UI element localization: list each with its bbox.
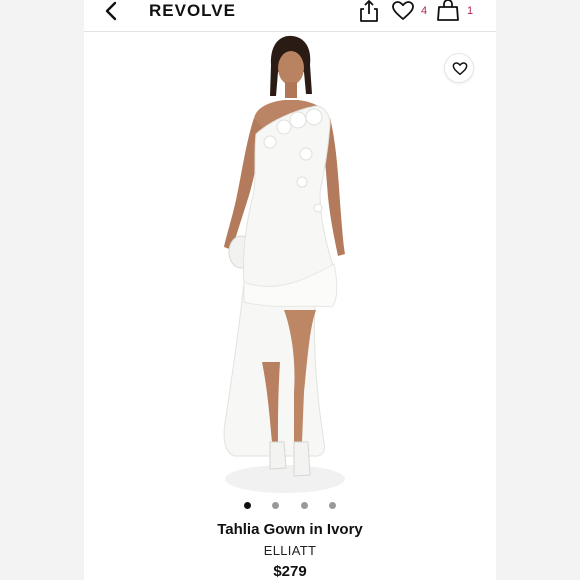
product-brand[interactable]: ELLIATT xyxy=(84,543,496,558)
carousel-dot[interactable] xyxy=(272,502,279,509)
right-margin xyxy=(496,0,580,580)
brand-logo[interactable]: REVOLVE xyxy=(149,1,236,21)
left-margin xyxy=(0,0,84,580)
product-image[interactable] xyxy=(84,32,496,494)
share-button[interactable] xyxy=(358,0,380,24)
favorite-button[interactable] xyxy=(444,53,474,83)
product-page: REVOLVE 4 1 Tahlia Gown in Ivory ELLIATT… xyxy=(84,0,496,580)
carousel-dot[interactable] xyxy=(301,502,308,509)
top-nav-bar: REVOLVE 4 1 xyxy=(84,0,496,32)
carousel-dot[interactable] xyxy=(329,502,336,509)
share-icon xyxy=(360,0,378,22)
wishlist-button[interactable] xyxy=(391,0,415,23)
wishlist-count-badge: 4 xyxy=(421,5,428,17)
shopping-bag-button[interactable] xyxy=(436,0,460,23)
bag-count-badge: 1 xyxy=(467,5,474,17)
heart-icon xyxy=(392,1,414,20)
chevron-left-icon xyxy=(105,1,117,21)
product-title: Tahlia Gown in Ivory xyxy=(217,521,363,538)
back-button[interactable] xyxy=(102,0,124,24)
product-price: $279 xyxy=(273,563,307,580)
product-photo xyxy=(223,35,345,493)
carousel-dot[interactable] xyxy=(244,502,251,509)
carousel-indicator xyxy=(234,502,344,512)
heart-icon xyxy=(452,62,468,76)
shopping-bag-icon xyxy=(437,0,459,21)
